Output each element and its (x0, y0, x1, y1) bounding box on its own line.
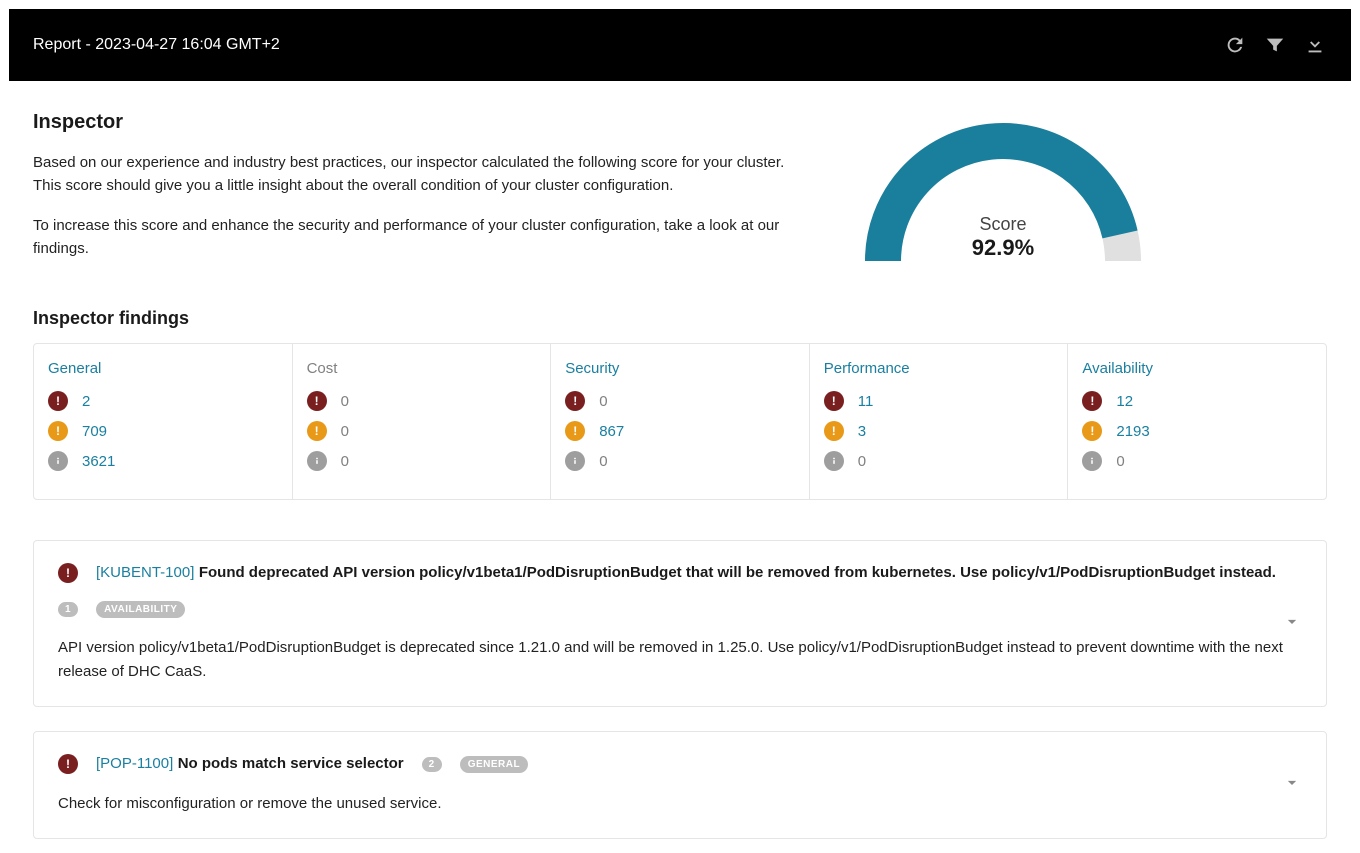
info-icon (307, 451, 327, 471)
issue-title: No pods match service selector (178, 755, 404, 772)
findings-head: Security (565, 360, 795, 377)
info-icon (1082, 451, 1102, 471)
info-count: 0 (599, 453, 607, 470)
issue-body: Check for misconfiguration or remove the… (58, 792, 1302, 816)
issue-card: ! [KUBENT-100] Found deprecated API versi… (33, 540, 1327, 707)
info-count: 0 (341, 453, 349, 470)
info-count: 0 (858, 453, 866, 470)
issue-tag-pill: AVAILABILITY (96, 601, 185, 618)
critical-count: 0 (599, 393, 607, 410)
warning-icon: ! (307, 421, 327, 441)
report-title: Report - 2023-04-27 16:04 GMT+2 (33, 36, 280, 54)
info-icon (565, 451, 585, 471)
warning-count: 3 (858, 423, 866, 440)
findings-heading: Inspector findings (33, 308, 1327, 329)
issue-card: ! [POP-1100] No pods match service select… (33, 731, 1327, 839)
inspector-paragraph-1: Based on our experience and industry bes… (33, 152, 803, 197)
filter-icon[interactable] (1263, 33, 1287, 57)
findings-col-security[interactable]: Security! 0! 867 0 (551, 344, 810, 499)
topbar: Report - 2023-04-27 16:04 GMT+2 (9, 9, 1351, 81)
issue-code: [KUBENT-100] (96, 564, 194, 581)
critical-count: 12 (1116, 393, 1133, 410)
issue-headline: [POP-1100] No pods match service selecto… (96, 755, 404, 773)
refresh-icon[interactable] (1223, 33, 1247, 57)
findings-col-performance[interactable]: Performance! 11! 3 0 (810, 344, 1069, 499)
findings-head: Performance (824, 360, 1054, 377)
critical-icon: ! (565, 391, 585, 411)
gauge-title: Score (853, 214, 1153, 235)
findings-head: Cost (307, 360, 537, 377)
score-gauge: Score 92.9% (843, 111, 1163, 261)
critical-icon: ! (1082, 391, 1102, 411)
critical-icon: ! (48, 391, 68, 411)
warning-icon: ! (565, 421, 585, 441)
info-count: 3621 (82, 453, 115, 470)
warning-icon: ! (1082, 421, 1102, 441)
issue-body: API version policy/v1beta1/PodDisruption… (58, 636, 1302, 684)
warning-icon: ! (824, 421, 844, 441)
issue-count-pill: 2 (422, 757, 442, 772)
warning-count: 867 (599, 423, 624, 440)
findings-grid: General! 2! 709 3621 Cost! 0! 0 0 Security! 0! 867… (33, 343, 1327, 500)
inspector-paragraph-2: To increase this score and enhance the s… (33, 215, 803, 260)
findings-col-cost[interactable]: Cost! 0! 0 0 (293, 344, 552, 499)
issue-title: Found deprecated API version policy/v1be… (199, 564, 1276, 581)
findings-col-general[interactable]: General! 2! 709 3621 (34, 344, 293, 499)
critical-count: 2 (82, 393, 90, 410)
critical-icon: ! (58, 754, 78, 774)
critical-count: 0 (341, 393, 349, 410)
info-icon (824, 451, 844, 471)
topbar-actions (1223, 33, 1327, 57)
warning-count: 709 (82, 423, 107, 440)
warning-count: 0 (341, 423, 349, 440)
findings-head: General (48, 360, 278, 377)
download-icon[interactable] (1303, 33, 1327, 57)
issue-count-pill: 1 (58, 602, 78, 617)
findings-head: Availability (1082, 360, 1312, 377)
warning-icon: ! (48, 421, 68, 441)
chevron-down-icon[interactable] (1282, 773, 1302, 798)
issues-list: ! [KUBENT-100] Found deprecated API versi… (33, 540, 1327, 839)
info-icon (48, 451, 68, 471)
issue-tag-pill: GENERAL (460, 756, 528, 773)
chevron-down-icon[interactable] (1282, 611, 1302, 636)
critical-count: 11 (858, 393, 874, 410)
critical-icon: ! (307, 391, 327, 411)
findings-col-availability[interactable]: Availability! 12! 2193 0 (1068, 344, 1326, 499)
critical-icon: ! (824, 391, 844, 411)
issue-code: [POP-1100] (96, 755, 173, 772)
issue-headline: [KUBENT-100] Found deprecated API versio… (96, 564, 1276, 582)
warning-count: 2193 (1116, 423, 1149, 440)
critical-icon: ! (58, 563, 78, 583)
info-count: 0 (1116, 453, 1124, 470)
inspector-heading: Inspector (33, 111, 803, 134)
gauge-value: 92.9% (853, 235, 1153, 261)
